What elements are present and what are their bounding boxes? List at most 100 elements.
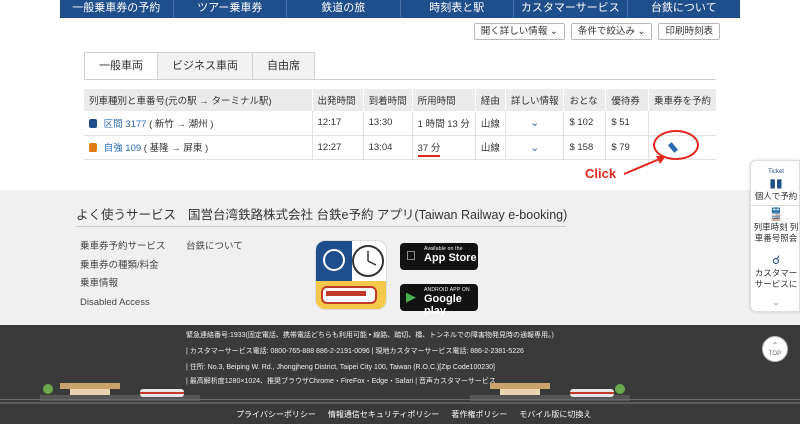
services-section: よく使うサービス 国営台湾鉄路株式会社 台鉄e予約 アプリ(Taiwan Rai… bbox=[0, 190, 800, 325]
header-via: 経由 bbox=[475, 89, 506, 111]
services-links-col1: 乗車券予約サービス 乗車券の種類/料金 乗車情報 Disabled Access bbox=[80, 238, 166, 312]
train-number-link[interactable]: 区間 3177 bbox=[104, 119, 147, 130]
train-results-table: 列車種別と車番号(元の駅 → ターミナル駅) 出発時間 到着時間 所用時間 経由… bbox=[84, 89, 716, 160]
train-cell: 区間 3177 ( 新竹 → 潮州 ) bbox=[84, 111, 313, 136]
tabs-divider bbox=[84, 79, 716, 80]
train-route: ( 基隆 → 屏東 ) bbox=[143, 143, 209, 154]
app-logo-graphic bbox=[316, 241, 386, 309]
google-play-badge[interactable]: ▶ ANDROID APP ON Google play bbox=[400, 284, 478, 317]
filter-label: 条件で絞込み bbox=[577, 26, 635, 37]
footer-emergency-line: 緊急連絡番号:1933(固定電話、携帯電話どちらも利用可能 • 線路、踏切、橋、… bbox=[186, 332, 554, 339]
chevron-down-icon: ⌄ bbox=[637, 26, 646, 37]
results-toolbar: 開く詳しい情報 ⌄ 条件で絞込み ⌄ 印刷時刻表 bbox=[473, 23, 720, 40]
discount-fare: $ 51 bbox=[605, 111, 649, 136]
print-timetable-button[interactable]: 印刷時刻表 bbox=[658, 23, 720, 40]
header-depart: 出発時間 bbox=[312, 89, 364, 111]
apple-icon:  bbox=[406, 248, 416, 263]
train-number-link[interactable]: 自強 109 bbox=[104, 143, 142, 154]
google-play-icon: ▶ bbox=[406, 289, 416, 304]
widget-divider bbox=[751, 205, 800, 206]
header-details: 詳しい情報 bbox=[505, 89, 565, 111]
headset-icon: ☌ bbox=[771, 253, 781, 267]
train-icon bbox=[89, 118, 97, 128]
nav-item-timetable-stations[interactable]: 時刻表と駅 bbox=[401, 0, 514, 18]
rail-line bbox=[0, 402, 800, 404]
link-boarding-info[interactable]: 乗車情報 bbox=[80, 275, 166, 294]
side-float-widget: Ticket ▮▮ 個人で予約 🚆 列車時刻 列車番号照会 ☌ カスタマーサービ… bbox=[750, 160, 800, 312]
depart-time: 12:17 bbox=[312, 111, 364, 136]
link-about[interactable]: 台鉄について bbox=[186, 238, 243, 257]
footer: 緊急連絡番号:1933(固定電話、携帯電話どちらも利用可能 • 線路、踏切、橋、… bbox=[0, 325, 800, 424]
footer-link-security[interactable]: 情報通信セキュリティポリシー bbox=[328, 409, 440, 420]
app-store-big-text: App Store bbox=[424, 252, 477, 264]
personal-booking-label: 個人で予約 bbox=[754, 191, 798, 201]
ticket-icon: ▮▮ bbox=[769, 176, 783, 190]
nav-item-about[interactable]: 台鉄について bbox=[628, 0, 741, 18]
tab-business-car[interactable]: ビジネス車両 bbox=[157, 52, 253, 79]
back-to-top-button[interactable]: ⌃ TOP bbox=[762, 336, 788, 362]
arrive-time: 13:04 bbox=[363, 135, 413, 160]
nav-item-ticket-booking[interactable]: 一般乗車券の予約 bbox=[60, 0, 174, 18]
train-route: ( 新竹 → 潮州 ) bbox=[149, 118, 214, 130]
top-navigation: 一般乗車券の予約 ツアー乗車券 鉄道の旅 時刻表と駅 カスタマーサービス 台鉄に… bbox=[0, 0, 800, 18]
header-book-ticket: 乗車券を予約 bbox=[648, 89, 716, 111]
depart-time: 12:27 bbox=[312, 135, 364, 160]
header-discount: 優待券 bbox=[605, 89, 649, 111]
footer-nav: プライバシーポリシー 情報通信セキュリティポリシー 著作権ポリシー モバイル版に… bbox=[236, 409, 591, 420]
services-divider bbox=[76, 226, 566, 227]
app-title: 国営台湾鉄路株式会社 台鉄e予約 アプリ(Taiwan Railway e-bo… bbox=[188, 208, 568, 222]
link-ticket-booking-service[interactable]: 乗車券予約サービス bbox=[80, 238, 166, 257]
adult-fare: $ 102 bbox=[563, 111, 607, 136]
nav-item-rail-travel[interactable]: 鉄道の旅 bbox=[287, 0, 401, 18]
top-nav-bar: 一般乗車券の予約 ツアー乗車券 鉄道の旅 時刻表と駅 カスタマーサービス 台鉄に… bbox=[60, 0, 740, 18]
footer-contact-line: | カスタマーサービス電話: 0800-765-888 886-2-2191-0… bbox=[186, 348, 524, 355]
via-line: 山線 bbox=[475, 111, 506, 136]
header-adult: おとな bbox=[563, 89, 607, 111]
details-cell: ⌄ bbox=[505, 111, 565, 136]
duration: 1 時間 13 分 bbox=[412, 111, 476, 136]
header-arrive: 到着時間 bbox=[363, 89, 413, 111]
train-icon bbox=[89, 143, 97, 152]
link-ticket-types-fares[interactable]: 乗車券の種類/料金 bbox=[80, 257, 166, 276]
services-links-col2: 台鉄について bbox=[186, 238, 243, 257]
via-line: 山線 bbox=[475, 135, 506, 160]
tab-standard-car[interactable]: 一般車両 bbox=[84, 52, 158, 79]
header-train: 列車種別と車番号(元の駅 → ターミナル駅) bbox=[84, 89, 313, 111]
filter-button[interactable]: 条件で絞込み ⌄ bbox=[570, 23, 653, 40]
car-class-tabs: 一般車両 ビジネス車両 自由席 bbox=[84, 52, 315, 79]
personal-booking-button[interactable]: Ticket ▮▮ 個人で予約 bbox=[751, 167, 800, 202]
train-cell: 自強 109 ( 基隆 → 屏東 ) bbox=[84, 135, 313, 160]
arrive-time: 13:30 bbox=[363, 111, 413, 136]
footer-link-copyright[interactable]: 著作権ポリシー bbox=[451, 409, 507, 420]
footer-link-mobile[interactable]: モバイル版に切換え bbox=[519, 409, 591, 420]
table-row: 区間 3177 ( 新竹 → 潮州 ) 12:17 13:30 1 時間 13 … bbox=[84, 111, 716, 136]
app-store-badge[interactable]:  Available on the App Store bbox=[400, 243, 478, 270]
nav-item-customer-service[interactable]: カスタマーサービス bbox=[514, 0, 628, 18]
footer-browser-line: | 最高解析度1280×1024、推奨ブラウザChrome・FireFox・Ed… bbox=[186, 378, 496, 385]
chevron-down-icon[interactable]: ⌄ bbox=[511, 116, 559, 129]
footer-link-privacy[interactable]: プライバシーポリシー bbox=[236, 409, 316, 420]
header-duration: 所用時間 bbox=[412, 89, 476, 111]
chevron-down-icon[interactable]: ⌄ bbox=[511, 141, 559, 154]
customer-service-button[interactable]: ☌ カスタマーサービスに bbox=[751, 253, 800, 290]
more-info-button[interactable]: 開く詳しい情報 ⌄ bbox=[473, 23, 565, 40]
tab-unreserved[interactable]: 自由席 bbox=[252, 52, 315, 79]
tr-ebooking-app-logo[interactable] bbox=[315, 240, 387, 310]
timetable-lookup-label: 列車時刻 列車番号照会 bbox=[753, 222, 799, 243]
duration-cell: 37 分 bbox=[412, 135, 476, 160]
services-heading: よく使うサービス 国営台湾鉄路株式会社 台鉄e予約 アプリ(Taiwan Rai… bbox=[76, 204, 567, 223]
top-label: TOP bbox=[768, 351, 782, 357]
google-play-big-text: Google play bbox=[424, 293, 462, 317]
services-title: よく使うサービス bbox=[76, 208, 177, 222]
customer-service-label: カスタマーサービスに bbox=[754, 268, 798, 289]
table-header-row: 列車種別と車番号(元の駅 → ターミナル駅) 出発時間 到着時間 所用時間 経由… bbox=[84, 89, 716, 111]
nav-item-tour-tickets[interactable]: ツアー乗車券 bbox=[174, 0, 287, 18]
arrow-icon bbox=[623, 156, 666, 175]
click-annotation: Click bbox=[585, 166, 617, 181]
link-disabled-access[interactable]: Disabled Access bbox=[80, 294, 166, 313]
timetable-lookup-button[interactable]: 🚆 列車時刻 列車番号照会 bbox=[751, 208, 800, 244]
adult-fare: $ 158 bbox=[563, 135, 607, 160]
chevron-down-icon[interactable]: ⌄ bbox=[751, 297, 800, 308]
rail-line bbox=[0, 399, 800, 400]
more-info-label: 開く詳しい情報 bbox=[480, 26, 548, 37]
